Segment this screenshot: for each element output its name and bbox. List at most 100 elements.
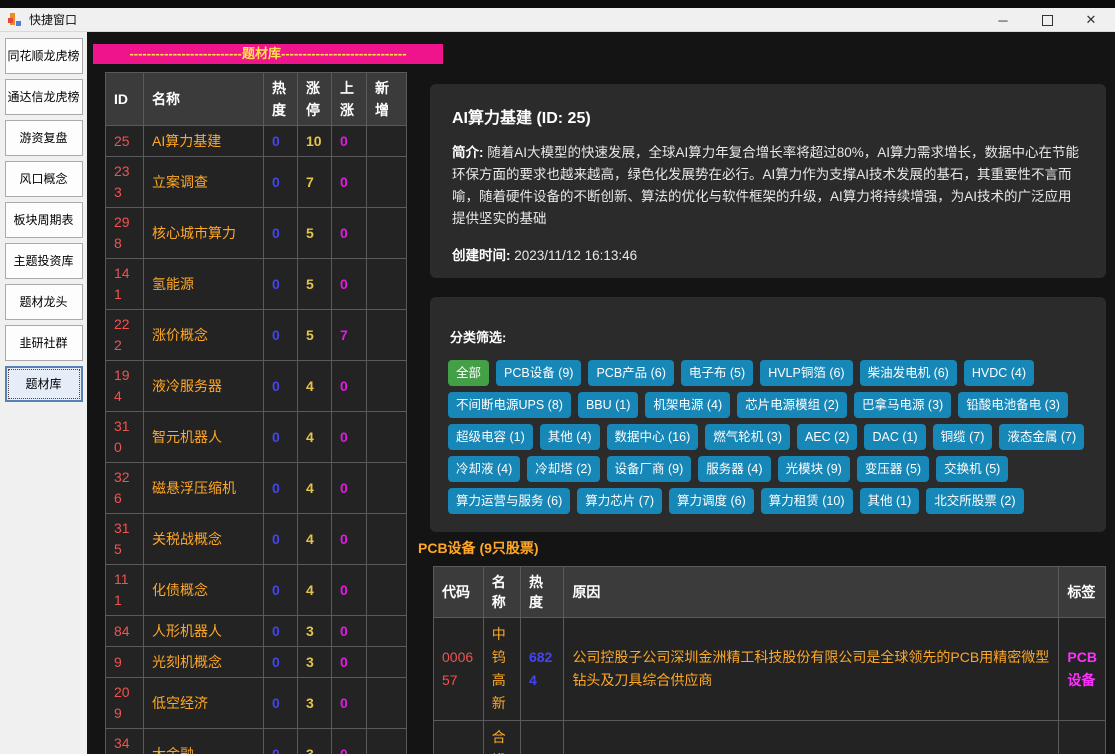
filter-chip[interactable]: 其他 (4) <box>540 424 600 450</box>
theme-cell: 0 <box>332 259 367 310</box>
filter-chip[interactable]: AEC (2) <box>797 424 857 450</box>
stock-cell: PCB设备 <box>1059 618 1106 721</box>
theme-cell: 0 <box>264 126 298 157</box>
stock-cell: 中钨高新 <box>483 618 520 721</box>
filter-chip[interactable]: 算力运营与服务 (6) <box>448 488 570 514</box>
theme-row[interactable]: 298核心城市算力050 <box>106 208 407 259</box>
filter-chip[interactable]: 铅酸电池备电 (3) <box>958 392 1068 418</box>
filter-chip[interactable]: 冷却液 (4) <box>448 456 520 482</box>
sidebar-item-2[interactable]: 通达信龙虎榜 <box>5 79 83 115</box>
filter-chip[interactable]: DAC (1) <box>864 424 925 450</box>
theme-cell: 233 <box>106 157 144 208</box>
filter-chip[interactable]: 巴拿马电源 (3) <box>854 392 951 418</box>
sidebar-item-6[interactable]: 主题投资库 <box>5 243 83 279</box>
theme-row[interactable]: 209低空经济030 <box>106 678 407 729</box>
theme-table-header-row: ID名称热度涨停上涨新增 <box>106 73 407 126</box>
theme-cell <box>367 310 407 361</box>
filter-chip[interactable]: 交换机 (5) <box>936 456 1008 482</box>
theme-cell: 5 <box>298 310 332 361</box>
filter-chip[interactable]: 其他 (1) <box>860 488 920 514</box>
theme-cell: 化债概念 <box>144 565 264 616</box>
minimize-button[interactable]: ─ <box>981 8 1025 32</box>
background-window-strip <box>0 0 1115 8</box>
theme-cell: 0 <box>332 565 367 616</box>
filter-chip[interactable]: 变压器 (5) <box>857 456 929 482</box>
theme-col-header: 上涨 <box>332 73 367 126</box>
filter-chip[interactable]: 设备厂商 (9) <box>607 456 692 482</box>
window-title: 快捷窗口 <box>29 11 77 28</box>
theme-col-header: 新增 <box>367 73 407 126</box>
filter-chip[interactable]: 服务器 (4) <box>698 456 770 482</box>
theme-row[interactable]: 141氢能源050 <box>106 259 407 310</box>
theme-cell: 5 <box>298 259 332 310</box>
detail-intro: 简介: 随着AI大模型的快速发展，全球AI算力年复合增长率将超过80%，AI算力… <box>452 142 1084 230</box>
theme-row[interactable]: 233立案调查070 <box>106 157 407 208</box>
filter-chip[interactable]: 液态金属 (7) <box>999 424 1084 450</box>
theme-row[interactable]: 25AI算力基建0100 <box>106 126 407 157</box>
maximize-button[interactable] <box>1025 8 1069 32</box>
filter-chip[interactable]: HVDC (4) <box>964 360 1034 386</box>
filter-chip[interactable]: 算力租赁 (10) <box>761 488 853 514</box>
detail-created-label: 创建时间: <box>452 248 511 263</box>
stock-section-title: PCB设备 (9只股票) <box>418 538 539 558</box>
theme-row[interactable]: 84人形机器人030 <box>106 616 407 647</box>
filter-chip[interactable]: 柴油发电机 (6) <box>860 360 957 386</box>
filter-chip[interactable]: 冷却塔 (2) <box>527 456 599 482</box>
theme-row[interactable]: 310智元机器人040 <box>106 412 407 463</box>
filter-chip[interactable]: PCB设备 (9) <box>496 360 581 386</box>
detail-intro-label: 简介: <box>452 145 484 160</box>
filter-chip[interactable]: HVLP铜箔 (6) <box>760 360 852 386</box>
theme-row[interactable]: 9光刻机概念030 <box>106 647 407 678</box>
detail-title: AI算力基建 (ID: 25) <box>452 104 1084 128</box>
theme-cell <box>367 361 407 412</box>
filter-chip-all[interactable]: 全部 <box>448 360 489 386</box>
theme-cell <box>367 616 407 647</box>
stock-cell: 603011 <box>434 721 484 754</box>
filter-chip[interactable]: 数据中心 (16) <box>607 424 699 450</box>
content-area: --------------------------题材库-----------… <box>87 32 1115 754</box>
theme-cell: 3 <box>298 616 332 647</box>
maximize-icon <box>1042 15 1053 26</box>
theme-cell: 核心城市算力 <box>144 208 264 259</box>
filter-chip[interactable]: 超级电容 (1) <box>448 424 533 450</box>
theme-row[interactable]: 111化债概念040 <box>106 565 407 616</box>
filter-chip[interactable]: 燃气轮机 (3) <box>705 424 790 450</box>
sidebar-item-3[interactable]: 游资复盘 <box>5 120 83 156</box>
stock-cell: 公司控股子公司深圳金洲精工科技股份有限公司是全球领先的PCB用精密微型钻头及刀具… <box>564 618 1059 721</box>
theme-cell <box>367 157 407 208</box>
theme-row[interactable]: 326磁悬浮压缩机040 <box>106 463 407 514</box>
theme-cell: 0 <box>332 126 367 157</box>
sidebar-item-1[interactable]: 同花顺龙虎榜 <box>5 38 83 74</box>
sidebar-item-5[interactable]: 板块周期表 <box>5 202 83 238</box>
filter-chip[interactable]: 芯片电源模组 (2) <box>737 392 847 418</box>
filter-chip[interactable]: 北交所股票 (2) <box>926 488 1023 514</box>
theme-row[interactable]: 194液冷服务器040 <box>106 361 407 412</box>
filter-chip[interactable]: 光模块 (9) <box>778 456 850 482</box>
detail-created-value: 2023/11/12 16:13:46 <box>514 248 637 263</box>
filter-chip[interactable]: 不间断电源UPS (8) <box>448 392 571 418</box>
theme-row[interactable]: 343大金融030 <box>106 729 407 754</box>
close-icon: ✕ <box>1086 12 1097 28</box>
filter-chip[interactable]: 铜缆 (7) <box>933 424 993 450</box>
theme-cell: 0 <box>332 514 367 565</box>
sidebar-item-8[interactable]: 韭研社群 <box>5 325 83 361</box>
filter-chip[interactable]: BBU (1) <box>578 392 638 418</box>
stock-row[interactable]: 000657中钨高新6824公司控股子公司深圳金洲精工科技股份有限公司是全球领先… <box>434 618 1106 721</box>
stock-row[interactable]: 603011合锻智能4908公司在电子领域定制开发了层压机生产线，主要用于 PC… <box>434 721 1106 754</box>
sidebar-item-4[interactable]: 风口概念 <box>5 161 83 197</box>
stock-col-header: 标签 <box>1059 567 1106 618</box>
stock-table: 代码名称热度原因标签 000657中钨高新6824公司控股子公司深圳金洲精工科技… <box>433 566 1106 754</box>
theme-row[interactable]: 315关税战概念040 <box>106 514 407 565</box>
sidebar-item-9[interactable]: 题材库 <box>5 366 83 402</box>
filter-chip[interactable]: 算力芯片 (7) <box>577 488 662 514</box>
theme-cell: 3 <box>298 678 332 729</box>
filter-chip[interactable]: 算力调度 (6) <box>669 488 754 514</box>
filter-chip[interactable]: 机架电源 (4) <box>645 392 730 418</box>
filter-chip[interactable]: 电子布 (5) <box>681 360 753 386</box>
close-button[interactable]: ✕ <box>1069 8 1113 32</box>
theme-cell: 0 <box>264 259 298 310</box>
filter-chip[interactable]: PCB产品 (6) <box>588 360 673 386</box>
sidebar-item-7[interactable]: 题材龙头 <box>5 284 83 320</box>
theme-row[interactable]: 222涨价概念057 <box>106 310 407 361</box>
detail-panel: AI算力基建 (ID: 25) 简介: 随着AI大模型的快速发展，全球AI算力年… <box>430 84 1106 278</box>
